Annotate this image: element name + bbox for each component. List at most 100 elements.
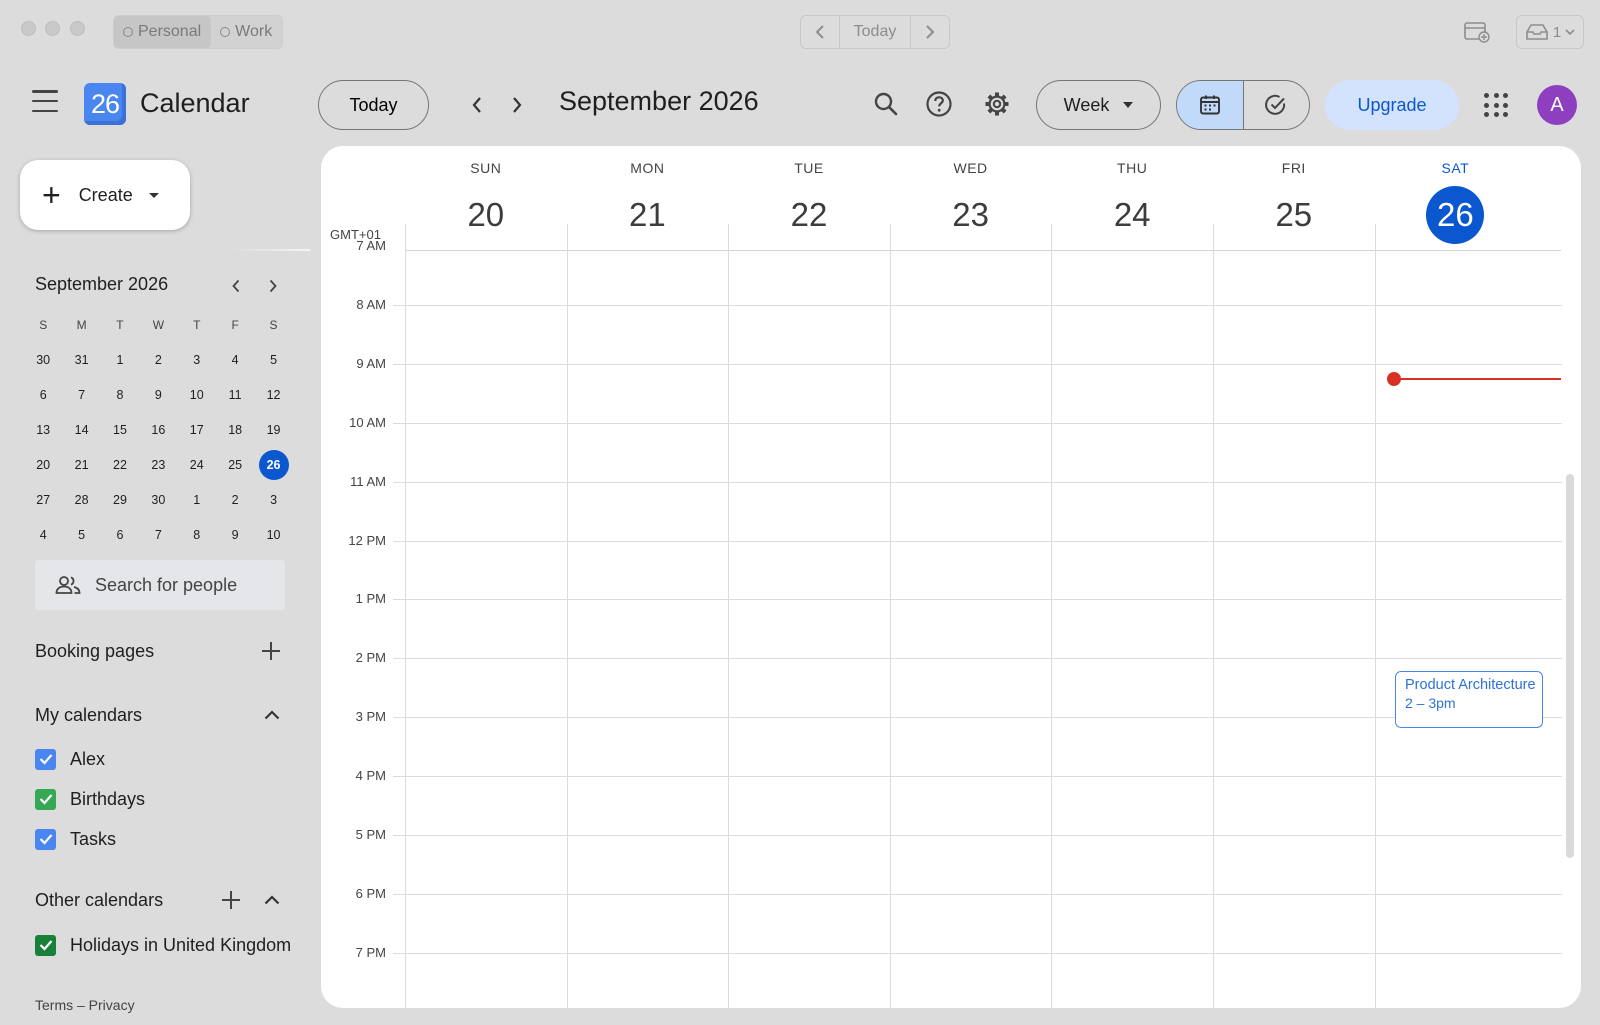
mini-day[interactable]: 8 — [101, 377, 139, 412]
mini-calendar-prev-button[interactable] — [226, 276, 246, 296]
upgrade-button[interactable]: Upgrade — [1325, 80, 1459, 130]
mini-day[interactable]: 7 — [139, 517, 177, 552]
mini-day[interactable]: 8 — [178, 517, 216, 552]
add-other-calendar-button[interactable] — [220, 889, 242, 911]
mini-day[interactable]: 21 — [62, 447, 100, 482]
mini-day[interactable]: 10 — [254, 517, 292, 552]
tasks-view-toggle[interactable] — [1244, 81, 1310, 129]
settings-button[interactable] — [979, 86, 1015, 122]
today-button[interactable]: Today — [318, 80, 429, 130]
titlebar-prev-button[interactable] — [801, 16, 839, 48]
mini-day[interactable]: 30 — [24, 342, 62, 377]
day-number[interactable]: 25 — [1265, 186, 1323, 244]
mini-day[interactable]: 18 — [216, 412, 254, 447]
mini-day[interactable]: 5 — [254, 342, 292, 377]
other-calendars-title[interactable]: Other calendars — [35, 890, 163, 911]
mini-day[interactable]: 29 — [101, 482, 139, 517]
mini-day[interactable]: 23 — [139, 447, 177, 482]
collapse-other-calendars-button[interactable] — [261, 889, 283, 911]
calendar-item-birthdays[interactable]: Birthdays — [35, 786, 145, 812]
collapse-my-calendars-button[interactable] — [261, 704, 283, 726]
create-button[interactable]: + Create — [20, 160, 190, 230]
calendar-checkbox[interactable] — [35, 828, 56, 850]
mini-day[interactable]: 10 — [178, 377, 216, 412]
mini-day[interactable]: 2 — [139, 342, 177, 377]
day-number[interactable]: 24 — [1103, 186, 1161, 244]
calendar-checkbox[interactable] — [35, 788, 56, 810]
mini-day[interactable]: 20 — [24, 447, 62, 482]
mini-day[interactable]: 2 — [216, 482, 254, 517]
mini-day[interactable]: 22 — [101, 447, 139, 482]
profile-personal[interactable]: Personal — [114, 16, 212, 48]
grid-scrollbar[interactable] — [1566, 474, 1574, 858]
day-header[interactable]: MON 21 — [567, 146, 729, 251]
terms-privacy-links[interactable]: Terms – Privacy — [35, 997, 135, 1013]
mini-day[interactable]: 4 — [24, 517, 62, 552]
mini-day[interactable]: 17 — [178, 412, 216, 447]
window-zoom-button[interactable] — [70, 21, 85, 36]
mini-day[interactable]: 13 — [24, 412, 62, 447]
day-header[interactable]: SUN 20 — [405, 146, 567, 251]
mini-day[interactable]: 6 — [24, 377, 62, 412]
calendar-checkbox[interactable] — [35, 748, 56, 770]
event-product-architecture[interactable]: Product Architecture 2 – 3pm — [1395, 671, 1543, 728]
main-menu-button[interactable] — [32, 90, 58, 112]
search-button[interactable] — [868, 86, 904, 122]
day-number[interactable]: 26 — [1426, 186, 1485, 244]
day-header[interactable]: SAT 26 — [1375, 146, 1537, 251]
mini-day[interactable]: 1 — [178, 482, 216, 517]
mini-day[interactable]: 19 — [254, 412, 292, 447]
mini-calendar-next-button[interactable] — [263, 276, 283, 296]
profile-work[interactable]: Work — [211, 16, 282, 48]
day-header[interactable]: THU 24 — [1051, 146, 1213, 251]
search-people-input[interactable]: Search for people — [35, 560, 285, 610]
titlebar-today-button[interactable]: Today — [839, 16, 911, 48]
inbox-menu-button[interactable]: 1 — [1516, 15, 1584, 49]
titlebar-next-button[interactable] — [911, 16, 949, 48]
add-booking-page-button[interactable] — [260, 640, 282, 662]
window-minimize-button[interactable] — [45, 21, 60, 36]
google-apps-button[interactable] — [1484, 93, 1508, 117]
previous-week-button[interactable] — [462, 90, 492, 120]
mini-day[interactable]: 7 — [62, 377, 100, 412]
calendar-checkbox[interactable] — [35, 934, 56, 956]
new-calendar-window-button[interactable] — [1464, 21, 1490, 43]
mini-day[interactable]: 3 — [254, 482, 292, 517]
mini-day[interactable]: 28 — [62, 482, 100, 517]
calendar-item-holidays-uk[interactable]: Holidays in United Kingdom — [35, 932, 291, 958]
next-week-button[interactable] — [502, 90, 532, 120]
my-calendars-title[interactable]: My calendars — [35, 705, 142, 726]
day-header[interactable]: FRI 25 — [1213, 146, 1375, 251]
calendar-item-tasks[interactable]: Tasks — [35, 826, 116, 852]
mini-day[interactable]: 31 — [62, 342, 100, 377]
mini-day[interactable]: 12 — [254, 377, 292, 412]
help-button[interactable] — [921, 86, 957, 122]
mini-day[interactable]: 30 — [139, 482, 177, 517]
mini-day[interactable]: 9 — [216, 517, 254, 552]
mini-day[interactable]: 16 — [139, 412, 177, 447]
day-number[interactable]: 20 — [457, 186, 515, 244]
mini-day[interactable]: 24 — [178, 447, 216, 482]
view-select-dropdown[interactable]: Week — [1036, 80, 1161, 130]
mini-day[interactable]: 3 — [178, 342, 216, 377]
day-number[interactable]: 21 — [618, 186, 676, 244]
mini-day[interactable]: 11 — [216, 377, 254, 412]
calendar-view-toggle[interactable] — [1177, 81, 1244, 129]
mini-day[interactable]: 14 — [62, 412, 100, 447]
account-avatar[interactable]: A — [1537, 85, 1577, 125]
mini-day[interactable]: 1 — [101, 342, 139, 377]
day-number[interactable]: 22 — [780, 186, 838, 244]
mini-day[interactable]: 6 — [101, 517, 139, 552]
mini-day[interactable]: 9 — [139, 377, 177, 412]
mini-day[interactable]: 26 — [254, 447, 292, 482]
mini-day[interactable]: 4 — [216, 342, 254, 377]
mini-day[interactable]: 5 — [62, 517, 100, 552]
day-number[interactable]: 23 — [942, 186, 1000, 244]
mini-day[interactable]: 15 — [101, 412, 139, 447]
day-header[interactable]: TUE 22 — [728, 146, 890, 251]
mini-day[interactable]: 27 — [24, 482, 62, 517]
window-close-button[interactable] — [21, 21, 36, 36]
day-header[interactable]: WED 23 — [890, 146, 1052, 251]
mini-day[interactable]: 25 — [216, 447, 254, 482]
calendar-item-alex[interactable]: Alex — [35, 746, 105, 772]
